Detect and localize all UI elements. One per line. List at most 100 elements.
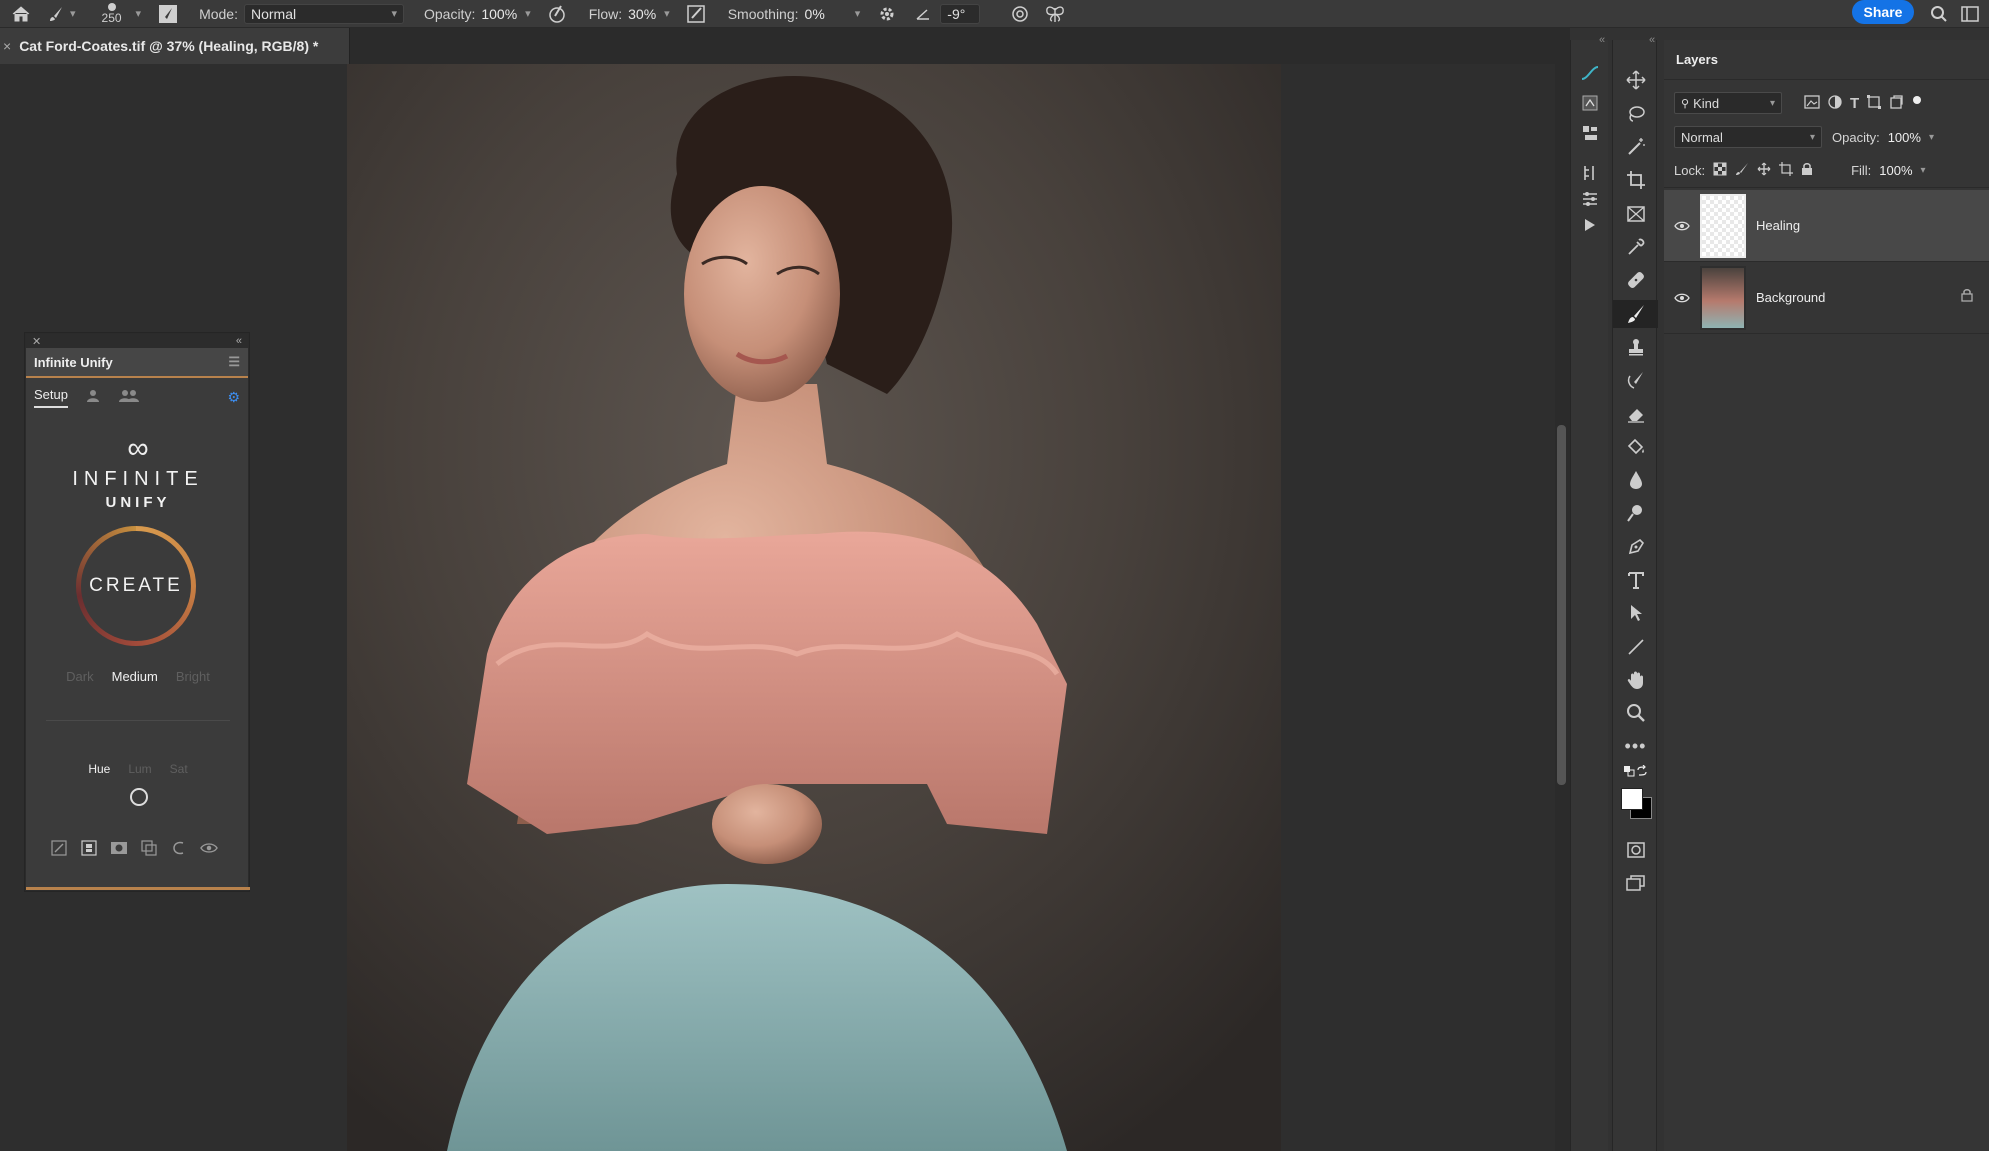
collapse-toolbar-icon[interactable]: « — [1649, 34, 1655, 46]
properties-icon[interactable] — [1571, 160, 1609, 186]
history-icon[interactable] — [1571, 90, 1609, 116]
filter-adjustment-icon[interactable] — [1828, 94, 1842, 112]
lock-artboard-icon[interactable] — [1779, 162, 1794, 179]
tab-layers[interactable]: Layers — [1676, 52, 1718, 67]
brush-edit-icon[interactable] — [50, 839, 68, 857]
eyedropper-tool-icon[interactable] — [1613, 233, 1658, 261]
filter-smart-object-icon[interactable] — [1889, 94, 1903, 112]
collapse-strip-icon[interactable]: « — [1599, 34, 1605, 46]
lock-transparent-icon[interactable] — [1713, 162, 1727, 179]
lock-pixels-icon[interactable] — [1735, 162, 1749, 179]
fill-value[interactable]: 100% — [1879, 163, 1912, 178]
gear-icon[interactable] — [870, 0, 904, 28]
share-button[interactable]: Share — [1852, 0, 1914, 24]
pressure-opacity-icon[interactable] — [539, 0, 575, 28]
collapse-icon[interactable]: « — [236, 335, 242, 347]
layer-stack-icon[interactable] — [80, 839, 98, 857]
canvas-image[interactable] — [347, 64, 1281, 1151]
zoom-tool-icon[interactable] — [1613, 699, 1658, 727]
document-tab[interactable]: × Cat Ford-Coates.tif @ 37% (Healing, RG… — [0, 28, 350, 64]
dodge-tool-icon[interactable] — [1613, 499, 1658, 527]
brush-tool-icon[interactable] — [1613, 300, 1658, 328]
close-icon[interactable]: ✕ — [32, 335, 41, 348]
clone-stamp-tool-icon[interactable] — [1613, 333, 1658, 361]
path-selection-tool-icon[interactable] — [1613, 599, 1658, 627]
filter-kind-select[interactable]: ⚲ Kind ▾ — [1674, 92, 1782, 114]
layer-visibility-eye-icon[interactable] — [1664, 293, 1700, 303]
play-actions-icon[interactable] — [1571, 212, 1609, 238]
opacity-value[interactable]: 100% — [481, 6, 517, 22]
workspace-icon[interactable] — [1958, 0, 1982, 28]
close-tab-button[interactable]: × — [3, 38, 11, 54]
layer-row-healing[interactable]: Healing — [1664, 190, 1989, 262]
stamp-panel-icon[interactable] — [1571, 120, 1609, 146]
home-icon[interactable] — [0, 0, 42, 28]
adjust-option-lum[interactable]: Lum — [128, 762, 151, 776]
tone-option-medium[interactable]: Medium — [112, 669, 158, 684]
type-tool-icon[interactable] — [1613, 566, 1658, 594]
filter-toggle-icon[interactable] — [1911, 95, 1923, 112]
chevron-down-icon[interactable]: ▾ — [136, 7, 142, 20]
symmetry-butterfly-icon[interactable] — [1038, 0, 1072, 28]
pressure-size-icon[interactable] — [1002, 0, 1038, 28]
eraser-tool-icon[interactable] — [1613, 400, 1658, 428]
single-user-icon[interactable] — [86, 389, 100, 406]
chevron-down-icon[interactable]: ▾ — [525, 7, 531, 20]
lock-all-icon[interactable] — [1801, 162, 1813, 179]
more-tools-icon[interactable]: ••• — [1613, 732, 1658, 760]
blend-mode-select[interactable]: Normal ▾ — [1674, 126, 1822, 148]
mask-icon[interactable] — [110, 839, 128, 857]
chevron-down-icon[interactable]: ▾ — [1929, 132, 1934, 143]
filter-image-icon[interactable] — [1804, 94, 1820, 112]
create-button[interactable]: CREATE — [76, 526, 196, 646]
tone-option-dark[interactable]: Dark — [66, 669, 93, 684]
chevron-down-icon[interactable]: ▾ — [664, 7, 670, 20]
search-icon[interactable] — [1927, 0, 1951, 28]
tab-setup[interactable]: Setup — [34, 387, 68, 408]
chevron-down-icon[interactable]: ▾ — [70, 7, 76, 20]
chevron-down-icon[interactable]: ▾ — [1921, 165, 1926, 176]
mode-select[interactable]: Normal ▾ — [243, 3, 404, 24]
foreground-color-swatch[interactable] — [1621, 788, 1643, 810]
duplicate-icon[interactable] — [140, 839, 158, 857]
blur-tool-icon[interactable] — [1613, 466, 1658, 494]
filter-shape-icon[interactable] — [1867, 94, 1882, 112]
paint-bucket-tool-icon[interactable] — [1613, 433, 1658, 461]
layer-name-healing[interactable]: Healing — [1756, 218, 1989, 233]
scrollbar-thumb[interactable] — [1557, 425, 1566, 785]
healing-brush-tool-icon[interactable] — [1613, 266, 1658, 294]
adjust-option-sat[interactable]: Sat — [170, 762, 188, 776]
default-colors-icon[interactable] — [1613, 762, 1658, 780]
curves-icon[interactable] — [1571, 60, 1609, 86]
airbrush-icon[interactable] — [678, 0, 714, 28]
panel-menu-icon[interactable]: ☰ — [228, 354, 240, 370]
frame-tool-icon[interactable] — [1613, 200, 1658, 228]
brush-size-preset[interactable]: 250 — [88, 0, 136, 28]
filter-type-icon[interactable]: T — [1850, 95, 1859, 112]
hand-tool-icon[interactable] — [1613, 666, 1658, 694]
lock-position-icon[interactable] — [1757, 162, 1771, 179]
layer-row-background[interactable]: Background — [1664, 262, 1989, 334]
crop-tool-icon[interactable] — [1613, 166, 1658, 194]
tone-option-bright[interactable]: Bright — [176, 669, 210, 684]
line-tool-icon[interactable] — [1613, 633, 1658, 661]
screen-mode-icon[interactable] — [1613, 869, 1658, 897]
settings-gear-icon[interactable]: ⚙ — [227, 389, 240, 406]
lasso-tool-icon[interactable] — [1613, 100, 1658, 128]
move-tool-icon[interactable] — [1613, 66, 1658, 94]
angle-input[interactable]: -9° — [940, 3, 981, 24]
magic-wand-tool-icon[interactable] — [1613, 133, 1658, 161]
adjust-option-hue[interactable]: Hue — [88, 762, 110, 776]
quick-mask-icon[interactable] — [1613, 836, 1658, 864]
flow-value[interactable]: 30% — [628, 6, 656, 22]
layer-opacity-value[interactable]: 100% — [1888, 130, 1921, 145]
reset-arc-icon[interactable] — [170, 839, 188, 857]
smoothing-value[interactable]: 0% — [805, 6, 825, 22]
adjustments-icon[interactable] — [1571, 186, 1609, 212]
pen-tool-icon[interactable] — [1613, 533, 1658, 561]
brush-settings-icon[interactable] — [151, 0, 185, 28]
layer-visibility-eye-icon[interactable] — [1664, 221, 1700, 231]
visibility-eye-icon[interactable] — [200, 839, 218, 857]
group-users-icon[interactable] — [118, 389, 140, 406]
layer-name-background[interactable]: Background — [1756, 290, 1961, 305]
